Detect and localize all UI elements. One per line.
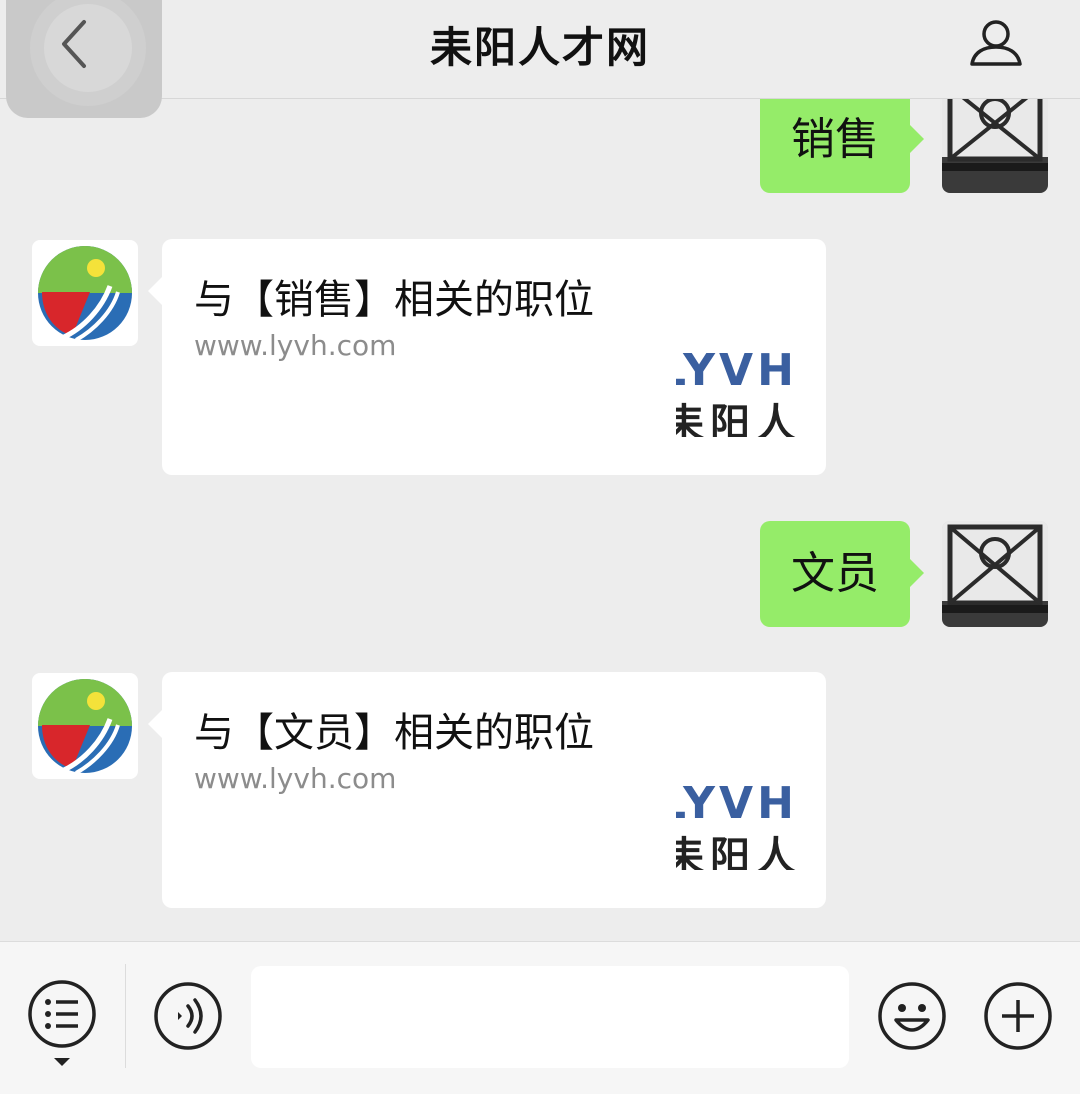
- card-title: 与【销售】相关的职位: [194, 277, 594, 323]
- menu-icon[interactable]: [26, 978, 102, 1070]
- bot-avatar[interactable]: [32, 673, 138, 779]
- emoji-icon[interactable]: [876, 980, 948, 1052]
- window-lattice-image: [942, 521, 1048, 627]
- user-avatar[interactable]: [942, 521, 1048, 627]
- nav-bar: 耒阳人才网: [0, 0, 1080, 118]
- window-lattice-image: [942, 99, 1048, 193]
- back-icon: [62, 20, 86, 68]
- brand-logo-icon: [38, 679, 132, 775]
- user-avatar[interactable]: [942, 99, 1048, 193]
- logo-text-latin: LYVH: [676, 349, 796, 396]
- chat-message-list[interactable]: 销售 与【销售】相关的职位 www.lyvh.com LYVH 耒阳人: [0, 99, 1080, 941]
- toolbar-divider: [125, 964, 126, 1068]
- card-thumbnail-logo: LYVH 耒阳人: [676, 349, 796, 437]
- link-card[interactable]: 与【销售】相关的职位 www.lyvh.com LYVH 耒阳人: [148, 239, 826, 475]
- sent-message-bubble[interactable]: 销售: [760, 99, 924, 193]
- brand-logo-icon: [38, 246, 132, 342]
- back-button[interactable]: [6, 0, 162, 118]
- logo-text-chinese: 耒阳人: [676, 834, 796, 870]
- message-input[interactable]: [251, 966, 849, 1068]
- message-text: 销售: [791, 114, 879, 165]
- link-card[interactable]: 与【文员】相关的职位 www.lyvh.com LYVH 耒阳人: [148, 672, 826, 908]
- plus-icon[interactable]: [982, 980, 1054, 1052]
- profile-icon[interactable]: [966, 14, 1026, 74]
- logo-text-chinese: 耒阳人: [676, 401, 796, 437]
- card-url: www.lyvh.com: [194, 329, 397, 362]
- message-text: 文员: [791, 548, 879, 599]
- page-title: 耒阳人才网: [429, 23, 650, 72]
- voice-icon[interactable]: [152, 980, 224, 1052]
- sent-message-bubble[interactable]: 文员: [760, 521, 924, 627]
- card-url: www.lyvh.com: [194, 762, 397, 795]
- card-title: 与【文员】相关的职位: [194, 710, 594, 756]
- bot-avatar[interactable]: [32, 240, 138, 346]
- input-toolbar: [0, 941, 1080, 1094]
- card-thumbnail-logo: LYVH 耒阳人: [676, 782, 796, 870]
- logo-text-latin: LYVH: [676, 782, 796, 829]
